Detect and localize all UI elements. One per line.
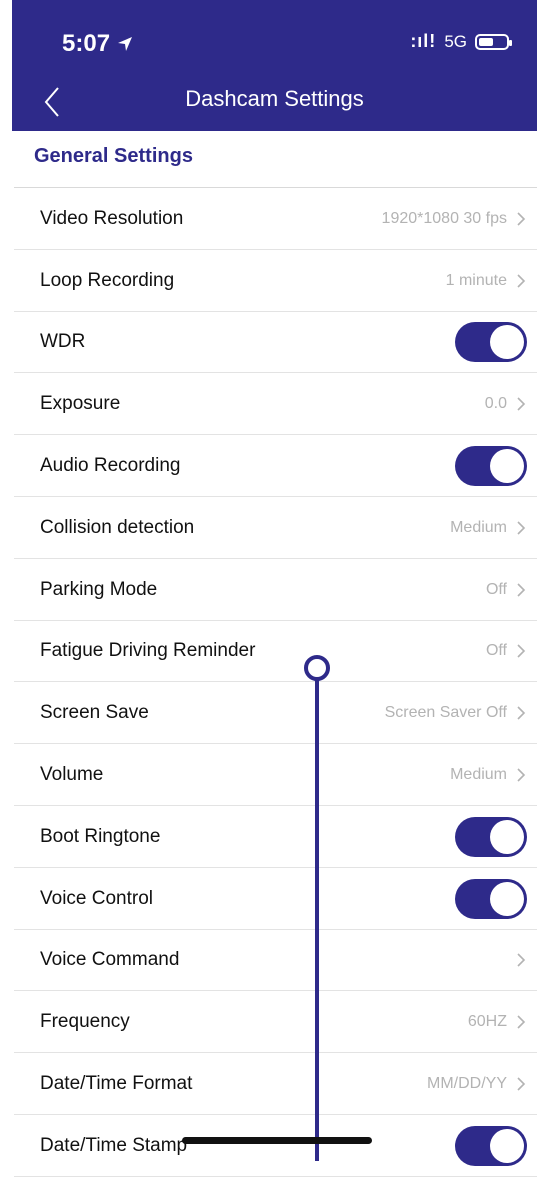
status-indicators: :ıl! 5G <box>410 31 512 52</box>
chevron-right-icon <box>517 521 526 535</box>
setting-audio-recording: Audio Recording <box>0 435 537 497</box>
setting-video-resolution[interactable]: Video Resolution 1920*1080 30 fps <box>0 188 537 250</box>
section-title: General Settings <box>34 145 193 167</box>
setting-label: Parking Mode <box>40 578 158 600</box>
signal-icon: :ıl! <box>410 31 437 51</box>
setting-value: MM/DD/YY <box>427 1075 507 1093</box>
chevron-right-icon <box>517 274 526 288</box>
status-time: 5:07 <box>62 30 134 58</box>
setting-label: WDR <box>40 331 86 353</box>
setting-value: Off <box>485 642 507 660</box>
setting-value: 1 minute <box>445 271 507 289</box>
setting-value: Medium <box>450 766 507 784</box>
setting-value: Off <box>485 580 507 598</box>
setting-date-time-stamp: Date/Time Stamp <box>0 1115 537 1177</box>
scroll-scrubber-line[interactable] <box>315 668 319 1161</box>
setting-screen-save[interactable]: Screen Save Screen Saver Off <box>0 682 537 744</box>
setting-frequency[interactable]: Frequency 60HZ <box>0 991 537 1053</box>
chevron-right-icon <box>517 1015 526 1029</box>
location-arrow-icon <box>118 37 133 51</box>
setting-wdr: WDR <box>0 312 537 374</box>
boot-ringtone-toggle[interactable] <box>455 816 527 857</box>
setting-label: Loop Recording <box>40 269 175 291</box>
chevron-right-icon <box>517 397 526 411</box>
page-title: Dashcam Settings <box>185 86 364 111</box>
chevron-right-icon <box>517 706 526 720</box>
audio-recording-toggle[interactable] <box>455 446 527 487</box>
chevron-right-icon <box>517 583 526 597</box>
chevron-right-icon <box>517 644 526 659</box>
wdr-toggle[interactable] <box>455 322 527 363</box>
nav-bar: 5:07 :ıl! 5G Dashcam Settings <box>12 0 537 131</box>
setting-label: Exposure <box>40 393 121 415</box>
voice-control-toggle[interactable] <box>455 878 527 919</box>
setting-exposure[interactable]: Exposure 0.0 <box>0 373 537 435</box>
setting-label: Frequency <box>40 1011 130 1033</box>
setting-label: Date/Time Stamp <box>40 1134 188 1156</box>
setting-value: 60HZ <box>467 1013 507 1031</box>
setting-collision-detection[interactable]: Collision detection Medium <box>0 497 537 559</box>
setting-label: Boot Ringtone <box>40 825 161 847</box>
setting-value: Medium <box>450 518 507 536</box>
setting-label: Audio Recording <box>40 455 181 477</box>
setting-label: Voice Command <box>40 949 180 971</box>
date-time-stamp-toggle[interactable] <box>455 1125 527 1166</box>
chevron-right-icon <box>517 953 526 968</box>
setting-fatigue-driving-reminder[interactable]: Fatigue Driving Reminder Off <box>0 621 537 683</box>
chevron-right-icon <box>517 212 526 226</box>
setting-value: Screen Saver Off <box>384 704 507 722</box>
setting-label: Date/Time Format <box>40 1073 193 1095</box>
setting-value: 0.0 <box>484 395 507 413</box>
setting-voice-command[interactable]: Voice Command <box>0 930 537 992</box>
chevron-right-icon <box>517 1077 526 1091</box>
setting-value: 1920*1080 30 fps <box>381 209 507 227</box>
status-time-text: 5:07 <box>62 30 111 57</box>
setting-parking-mode[interactable]: Parking Mode Off <box>0 559 537 621</box>
scroll-scrubber-handle[interactable] <box>304 655 330 681</box>
setting-label: Collision detection <box>40 516 195 538</box>
settings-list: Video Resolution 1920*1080 30 fps Loop R… <box>0 188 537 1177</box>
setting-volume[interactable]: Volume Medium <box>0 744 537 806</box>
setting-loop-recording[interactable]: Loop Recording 1 minute <box>0 250 537 312</box>
setting-label: Video Resolution <box>40 207 184 229</box>
network-type: 5G <box>444 31 467 51</box>
battery-icon <box>475 33 512 50</box>
setting-label: Volume <box>40 764 104 786</box>
setting-label: Fatigue Driving Reminder <box>40 640 256 662</box>
home-indicator[interactable] <box>182 1137 372 1144</box>
setting-label: Voice Control <box>40 887 154 909</box>
setting-boot-ringtone: Boot Ringtone <box>0 806 537 868</box>
setting-label: Screen Save <box>40 702 149 724</box>
setting-voice-control: Voice Control <box>0 868 537 930</box>
chevron-right-icon <box>517 768 526 782</box>
setting-date-time-format[interactable]: Date/Time Format MM/DD/YY <box>0 1053 537 1115</box>
